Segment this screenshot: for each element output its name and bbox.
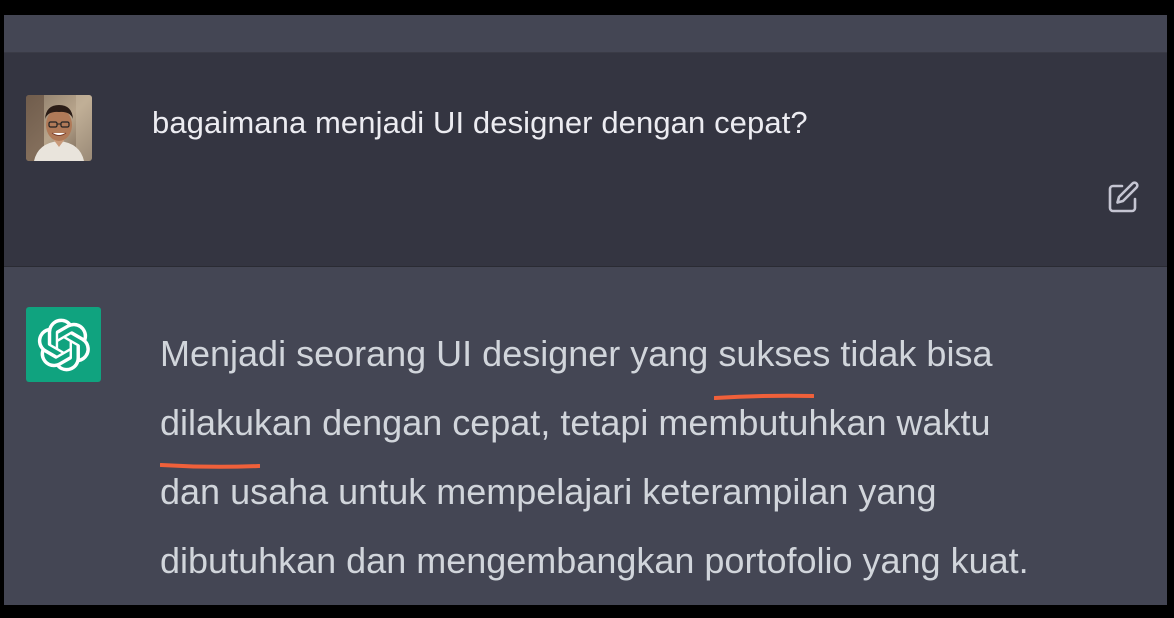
openai-logo-icon bbox=[26, 307, 101, 382]
assistant-line-1-text: Menjadi seorang UI designer yang bbox=[160, 333, 719, 374]
highlight-dilakukan-dengan-cepat: dilakukan dengan cepat bbox=[160, 388, 541, 469]
highlight-text-1: sukses tidak bisa bbox=[718, 333, 993, 374]
edit-icon[interactable] bbox=[1103, 178, 1143, 218]
assistant-line-3: dan usaha untuk mempelajari keterampilan… bbox=[160, 471, 937, 512]
highlight-text-2: dilakukan dengan cepat bbox=[160, 402, 541, 443]
chat-window: bagaimana menjadi UI designer dengan cep… bbox=[4, 15, 1167, 605]
assistant-message-text: Menjadi seorang UI designer yang sukses … bbox=[160, 319, 1160, 595]
user-message-row: bagaimana menjadi UI designer dengan cep… bbox=[4, 53, 1167, 267]
assistant-line-2: dilakukan dengan cepat, tetapi membutuhk… bbox=[160, 388, 1160, 469]
user-message-text: bagaimana menjadi UI designer dengan cep… bbox=[152, 105, 808, 140]
assistant-message-row: Menjadi seorang UI designer yang sukses … bbox=[4, 267, 1167, 605]
highlight-sukses-tidak-bisa: sukses tidak bisa bbox=[714, 319, 993, 400]
assistant-line-2-text: , tetapi membutuhkan waktu bbox=[540, 402, 991, 443]
assistant-line-1: Menjadi seorang UI designer yang sukses … bbox=[160, 319, 1160, 400]
user-avatar bbox=[26, 95, 92, 161]
top-strip bbox=[4, 15, 1167, 53]
assistant-line-4: dibutuhkan dan mengembangkan portofolio … bbox=[160, 540, 1029, 581]
